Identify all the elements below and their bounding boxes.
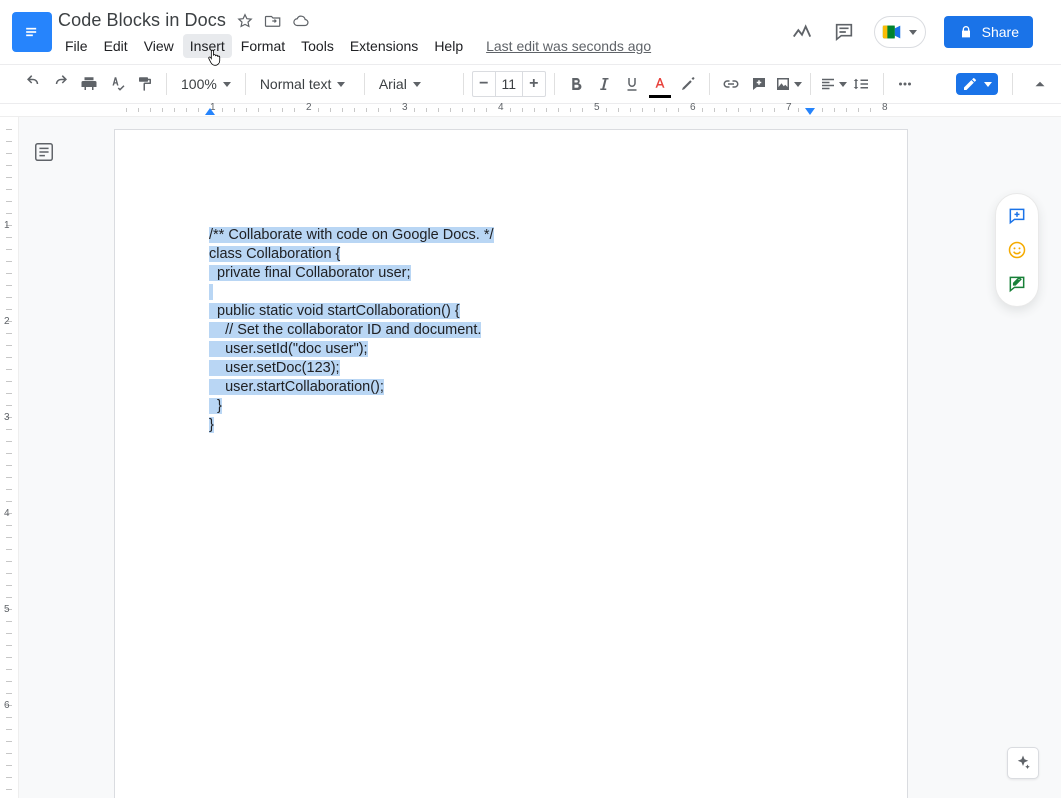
code-line[interactable]: private final Collaborator user; (209, 264, 809, 283)
code-line[interactable] (209, 283, 809, 302)
insert-comment-button[interactable] (746, 71, 772, 97)
spellcheck-button[interactable] (104, 71, 130, 97)
zoom-value: 100% (181, 76, 217, 92)
chevron-down-icon (839, 82, 847, 87)
more-toolbar-button[interactable] (892, 71, 918, 97)
activity-icon[interactable] (790, 20, 814, 44)
chevron-down-icon (223, 82, 231, 87)
font-select[interactable]: Arial (373, 76, 455, 92)
doc-title[interactable]: Code Blocks in Docs (58, 10, 226, 31)
emoji-reaction-button[interactable] (1005, 238, 1029, 262)
chevron-down-icon (909, 30, 917, 35)
last-edit-link[interactable]: Last edit was seconds ago (486, 38, 651, 54)
italic-button[interactable] (591, 71, 617, 97)
editing-mode-button[interactable] (956, 73, 998, 95)
collapse-toolbar-button[interactable] (1027, 71, 1053, 97)
code-line[interactable]: // Set the collaborator ID and document. (209, 321, 809, 340)
suggest-edits-button[interactable] (1005, 272, 1029, 296)
code-line[interactable]: } (209, 397, 809, 416)
insert-image-button[interactable] (774, 71, 802, 97)
menu-tools[interactable]: Tools (294, 34, 341, 58)
chevron-down-icon (794, 82, 802, 87)
chevron-down-icon (413, 82, 421, 87)
highlight-button[interactable] (675, 71, 701, 97)
zoom-select[interactable]: 100% (175, 76, 237, 92)
font-size-decrease[interactable]: − (473, 72, 495, 96)
cloud-status-icon[interactable] (292, 12, 310, 30)
code-line[interactable]: } (209, 416, 809, 435)
bold-button[interactable] (563, 71, 589, 97)
code-line[interactable]: user.startCollaboration(); (209, 378, 809, 397)
underline-button[interactable] (619, 71, 645, 97)
font-size-value[interactable]: 11 (495, 72, 523, 96)
comments-icon[interactable] (832, 20, 856, 44)
star-icon[interactable] (236, 12, 254, 30)
document-page[interactable]: /** Collaborate with code on Google Docs… (114, 129, 908, 798)
paragraph-style-select[interactable]: Normal text (254, 76, 356, 92)
chevron-down-icon (984, 82, 992, 87)
share-label: Share (982, 24, 1019, 40)
style-value: Normal text (260, 76, 332, 92)
menu-edit[interactable]: Edit (97, 34, 135, 58)
print-button[interactable] (76, 71, 102, 97)
code-line[interactable]: user.setDoc(123); (209, 359, 809, 378)
code-line[interactable]: user.setId("doc user"); (209, 340, 809, 359)
explore-button[interactable] (1007, 747, 1039, 779)
font-value: Arial (379, 76, 407, 92)
font-size-increase[interactable]: + (523, 72, 545, 96)
paint-format-button[interactable] (132, 71, 158, 97)
menu-view[interactable]: View (137, 34, 181, 58)
menu-insert[interactable]: Insert (183, 34, 232, 58)
pencil-icon (962, 76, 978, 92)
chevron-down-icon (337, 82, 345, 87)
undo-button[interactable] (20, 71, 46, 97)
meet-icon (881, 21, 903, 43)
add-comment-side-button[interactable] (1005, 204, 1029, 228)
align-button[interactable] (819, 71, 847, 97)
share-button[interactable]: Share (944, 16, 1033, 48)
move-icon[interactable] (264, 12, 282, 30)
outline-button[interactable] (24, 141, 64, 181)
insert-link-button[interactable] (718, 71, 744, 97)
redo-button[interactable] (48, 71, 74, 97)
menu-format[interactable]: Format (234, 34, 292, 58)
meet-button[interactable] (874, 16, 926, 48)
menu-extensions[interactable]: Extensions (343, 34, 425, 58)
docs-app-icon[interactable] (12, 12, 52, 52)
code-line[interactable]: /** Collaborate with code on Google Docs… (209, 226, 809, 245)
lock-icon (958, 24, 974, 40)
line-spacing-button[interactable] (849, 71, 875, 97)
menu-help[interactable]: Help (427, 34, 470, 58)
text-color-button[interactable] (647, 71, 673, 97)
menu-file[interactable]: File (58, 34, 95, 58)
code-line[interactable]: class Collaboration { (209, 245, 809, 264)
code-line[interactable]: public static void startCollaboration() … (209, 302, 809, 321)
